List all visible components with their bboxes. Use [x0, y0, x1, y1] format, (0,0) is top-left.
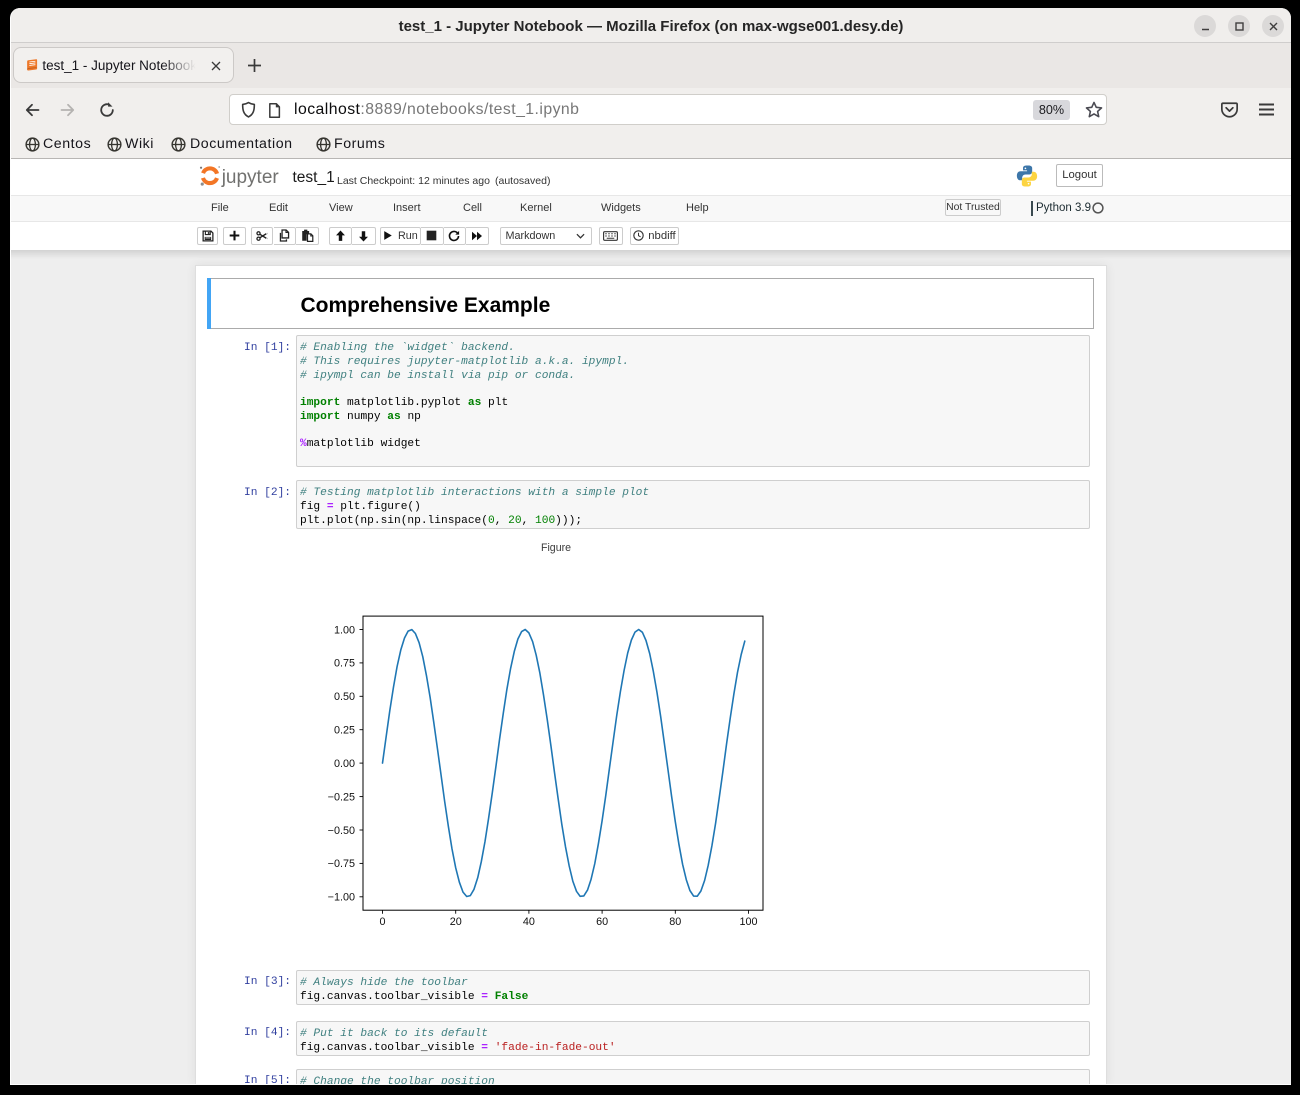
svg-text:100: 100: [739, 916, 757, 928]
svg-text:60: 60: [596, 916, 608, 928]
svg-text:0.00: 0.00: [334, 758, 355, 770]
svg-text:0: 0: [379, 916, 385, 928]
svg-text:0.75: 0.75: [334, 658, 355, 670]
svg-text:0.25: 0.25: [334, 725, 355, 737]
svg-text:40: 40: [523, 916, 535, 928]
svg-text:80: 80: [669, 916, 681, 928]
svg-text:0.50: 0.50: [334, 691, 355, 703]
svg-text:20: 20: [449, 916, 461, 928]
svg-text:1.00: 1.00: [334, 625, 355, 637]
svg-text:−0.50: −0.50: [327, 825, 354, 837]
svg-text:−0.75: −0.75: [327, 858, 354, 870]
svg-text:−1.00: −1.00: [327, 892, 354, 904]
svg-text:−0.25: −0.25: [327, 792, 354, 804]
